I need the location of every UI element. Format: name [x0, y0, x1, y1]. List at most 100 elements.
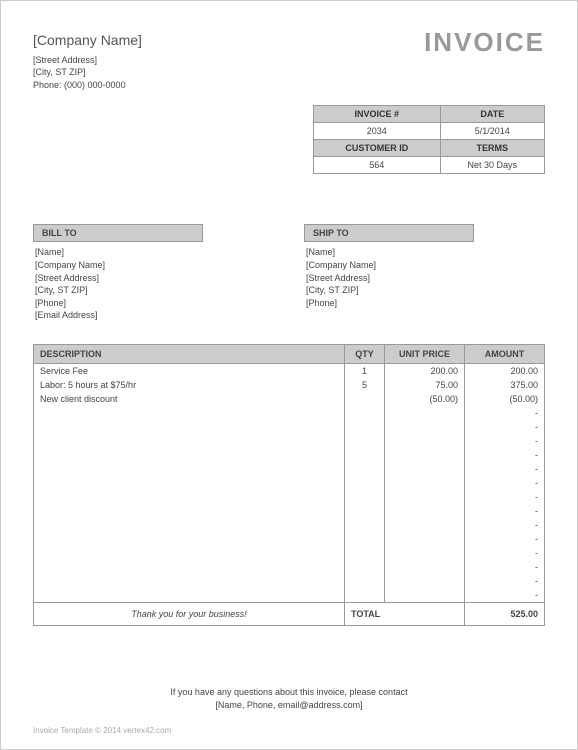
line-unit-price — [385, 448, 465, 462]
line-qty — [345, 392, 385, 406]
footer-line2: [Name, Phone, email@address.com] — [33, 699, 545, 713]
line-qty — [345, 518, 385, 532]
line-row: - — [34, 588, 545, 603]
line-unit-price — [385, 406, 465, 420]
ship-to-section: SHIP TO [Name] [Company Name] [Street Ad… — [304, 224, 545, 326]
line-qty — [345, 588, 385, 603]
line-unit-price — [385, 504, 465, 518]
invoice-meta-table: INVOICE # DATE 2034 5/1/2014 CUSTOMER ID… — [313, 105, 545, 174]
line-amount: - — [465, 574, 545, 588]
line-description — [34, 490, 345, 504]
line-qty — [345, 434, 385, 448]
copyright: Invoice Template © 2014 vertex42.com — [33, 726, 171, 735]
line-unit-price — [385, 560, 465, 574]
line-amount: - — [465, 532, 545, 546]
line-qty — [345, 476, 385, 490]
line-qty — [345, 420, 385, 434]
line-qty — [345, 448, 385, 462]
line-description — [34, 546, 345, 560]
bill-to-section: BILL TO [Name] [Company Name] [Street Ad… — [33, 224, 274, 326]
col-description: DESCRIPTION — [34, 344, 345, 363]
line-unit-price: (50.00) — [385, 392, 465, 406]
line-amount: - — [465, 462, 545, 476]
line-description: Service Fee — [34, 363, 345, 378]
meta-terms-label: TERMS — [440, 140, 544, 157]
col-qty: QTY — [345, 344, 385, 363]
line-unit-price — [385, 574, 465, 588]
line-row: - — [34, 560, 545, 574]
line-row: New client discount (50.00)(50.00) — [34, 392, 545, 406]
line-row: - — [34, 504, 545, 518]
footer-line1: If you have any questions about this inv… — [33, 686, 545, 700]
meta-date-value: 5/1/2014 — [440, 123, 544, 140]
line-qty — [345, 574, 385, 588]
meta-date-label: DATE — [440, 106, 544, 123]
line-row: - — [34, 490, 545, 504]
footer-note: If you have any questions about this inv… — [33, 686, 545, 713]
line-description — [34, 406, 345, 420]
bill-to-email: [Email Address] — [35, 309, 272, 322]
line-description: New client discount — [34, 392, 345, 406]
ship-to-company: [Company Name] — [306, 259, 543, 272]
line-unit-price — [385, 546, 465, 560]
line-amount: - — [465, 420, 545, 434]
line-unit-price — [385, 420, 465, 434]
meta-invoice-label: INVOICE # — [314, 106, 441, 123]
line-amount: - — [465, 434, 545, 448]
line-amount: - — [465, 560, 545, 574]
line-description — [34, 420, 345, 434]
line-row: - — [34, 406, 545, 420]
line-description — [34, 476, 345, 490]
line-unit-price: 200.00 — [385, 363, 465, 378]
line-unit-price — [385, 476, 465, 490]
meta-invoice-value: 2034 — [314, 123, 441, 140]
line-unit-price — [385, 588, 465, 603]
company-city: [City, ST ZIP] — [33, 66, 142, 79]
line-qty — [345, 406, 385, 420]
line-amount: - — [465, 448, 545, 462]
line-items-table: DESCRIPTION QTY UNIT PRICE AMOUNT Servic… — [33, 344, 545, 626]
meta-customer-value: 564 — [314, 157, 441, 174]
line-unit-price — [385, 490, 465, 504]
ship-to-phone: [Phone] — [306, 297, 543, 310]
line-qty — [345, 504, 385, 518]
company-phone: Phone: (000) 000-0000 — [33, 79, 142, 92]
line-row: - — [34, 518, 545, 532]
ship-to-city: [City, ST ZIP] — [306, 284, 543, 297]
line-qty — [345, 546, 385, 560]
line-description — [34, 588, 345, 603]
line-amount: 375.00 — [465, 378, 545, 392]
bill-to-name: [Name] — [35, 246, 272, 259]
bill-to-phone: [Phone] — [35, 297, 272, 310]
line-row: - — [34, 462, 545, 476]
line-amount: - — [465, 490, 545, 504]
line-row: - — [34, 574, 545, 588]
line-qty: 1 — [345, 363, 385, 378]
col-unit-price: UNIT PRICE — [385, 344, 465, 363]
line-amount: - — [465, 406, 545, 420]
line-amount: 200.00 — [465, 363, 545, 378]
line-unit-price — [385, 518, 465, 532]
bill-to-header: BILL TO — [33, 224, 203, 242]
ship-to-street: [Street Address] — [306, 272, 543, 285]
line-description — [34, 532, 345, 546]
company-street: [Street Address] — [33, 54, 142, 67]
line-description — [34, 574, 345, 588]
line-amount: - — [465, 588, 545, 603]
line-row: - — [34, 420, 545, 434]
line-amount: (50.00) — [465, 392, 545, 406]
bill-to-company: [Company Name] — [35, 259, 272, 272]
line-description — [34, 560, 345, 574]
line-amount: - — [465, 546, 545, 560]
line-amount: - — [465, 518, 545, 532]
ship-to-name: [Name] — [306, 246, 543, 259]
line-row: Service Fee1200.00200.00 — [34, 363, 545, 378]
meta-terms-value: Net 30 Days — [440, 157, 544, 174]
bill-to-city: [City, ST ZIP] — [35, 284, 272, 297]
line-row: - — [34, 532, 545, 546]
meta-customer-label: CUSTOMER ID — [314, 140, 441, 157]
company-name: [Company Name] — [33, 31, 142, 51]
line-amount: - — [465, 476, 545, 490]
line-unit-price: 75.00 — [385, 378, 465, 392]
total-label: TOTAL — [345, 602, 465, 625]
